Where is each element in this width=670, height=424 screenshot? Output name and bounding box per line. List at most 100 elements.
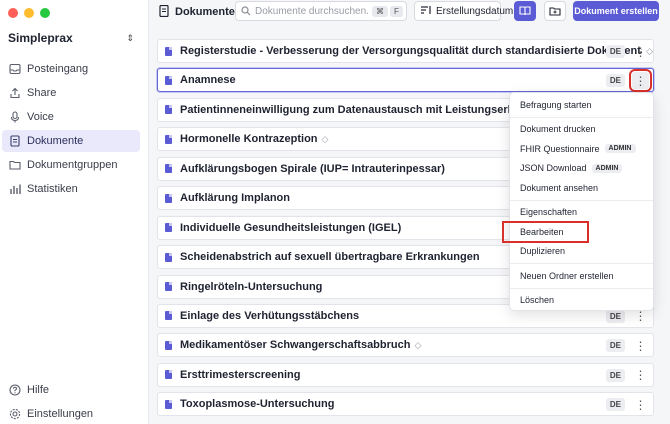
gear-icon [8,408,21,421]
document-title: Ringelröteln-Untersuchung [180,280,323,293]
main-content: Dokumente ⌘ F Erstellungsdatum Dok [149,0,670,424]
sidebar-item-label: Dokumente [27,135,84,147]
document-row[interactable]: Registerstudie - Verbesserung der Versor… [157,39,654,63]
sidebar-item-label: Voice [27,111,54,123]
language-badge: DE [605,74,625,88]
kebab-icon: ⋮ [634,397,647,412]
more-options-button[interactable]: ⋮ [632,367,649,384]
new-folder-button[interactable] [544,1,566,21]
document-title: Individuelle Gesundheitsleistungen (IGEL… [180,221,402,234]
menu-divider [510,116,653,118]
document-row[interactable]: Medikamentöser Schwangerschaftsabbruch ◇ D… [157,333,654,358]
tag-icon: ◇ [414,339,422,350]
sidebar-item-dokumentgruppen[interactable]: Dokumentgruppen [2,154,140,176]
admin-badge: ADMIN [604,144,636,154]
menu-item-label: Dokument drucken [520,124,596,135]
document-icon [165,134,172,144]
sidebar-item-label: Hilfe [27,384,50,396]
sort-icon [420,5,432,18]
document-icon [165,105,172,115]
sidebar-item-label: Posteingang [27,63,89,75]
menu-item-label: Bearbeiten [520,226,564,237]
create-document-button[interactable]: Dokument erstellen [573,1,659,21]
sidebar-item-einstellungen[interactable]: Einstellungen [2,403,140,424]
document-icon [165,164,172,174]
document-title: Aufklärungsbogen Spirale (IUP= Intrauter… [180,162,445,175]
document-row[interactable]: Ersttrimesterscreening DE ⋮ [157,362,654,387]
more-options-button[interactable]: ⋮ [632,337,649,354]
document-row[interactable]: Anamnese DE ⋮ [157,68,654,93]
sidebar-item-share[interactable]: Share [2,82,140,104]
tag-icon: ◇ [321,133,329,144]
book-view-button[interactable] [514,1,536,21]
document-icon [165,75,172,85]
document-title: Medikamentöser Schwangerschaftsabbruch [180,339,411,352]
document-title: Patientinneneinwilligung zum Datenaustau… [180,103,553,116]
close-window-button[interactable] [8,8,18,18]
shortcut-key-f: F [390,5,403,17]
menu-item-dokument-drucken[interactable]: Dokument drucken [510,120,653,140]
menu-item-duplizieren[interactable]: Duplizieren [510,242,653,262]
menu-item-fhir-questionnaire[interactable]: FHIR Questionnaire ADMIN [510,139,653,159]
menu-item-eigenschaften[interactable]: Eigenschaften [510,203,653,223]
sidebar-item-label: Dokumentgruppen [27,159,118,171]
kebab-icon: ⋮ [634,44,647,59]
sidebar-item-hilfe[interactable]: Hilfe [2,379,140,401]
menu-item-befragung-starten[interactable]: Befragung starten [510,95,653,115]
window-controls [8,8,50,18]
menu-item-löschen[interactable]: Löschen [510,291,653,311]
maximize-window-button[interactable] [40,8,50,18]
kebab-icon: ⋮ [634,309,647,324]
menu-item-label: Eigenschaften [520,207,578,218]
menu-item-bearbeiten[interactable]: Bearbeiten [502,221,589,243]
document-row[interactable]: Toxoplasmose-Untersuchung DE ⋮ [157,392,654,417]
menu-item-dokument-ansehen[interactable]: Dokument ansehen [510,178,653,198]
document-title: Registerstudie - Verbesserung der Versor… [180,45,643,57]
document-title: Einlage des Verhütungsstäbchens [180,309,360,322]
menu-item-label: Neuen Ordner erstellen [520,270,614,281]
document-title: Scheidenabstrich auf sexuell übertragbar… [180,251,480,264]
document-icon [165,193,172,203]
language-badge: DE [605,339,625,353]
menu-item-label: Befragung starten [520,99,592,110]
menu-item-label: Löschen [520,295,555,306]
sidebar-item-statistiken[interactable]: Statistiken [2,178,140,200]
document-title: Ersttrimesterscreening [180,368,301,381]
help-icon [8,384,21,397]
menu-item-json-download[interactable]: JSON Download ADMIN [510,159,653,179]
search-box[interactable]: ⌘ F [235,1,407,21]
sidebar-item-voice[interactable]: Voice [2,106,140,128]
menu-item-label: Duplizieren [520,246,566,257]
shortcut-key-cmd: ⌘ [372,5,388,17]
book-icon [519,6,531,16]
admin-badge: ADMIN [591,163,623,173]
share-icon [8,87,21,100]
more-options-button[interactable]: ⋮ [632,43,649,60]
sidebar-item-dokumente[interactable]: Dokumente [2,130,140,152]
document-title: Toxoplasmose-Untersuchung [180,398,335,411]
language-badge: DE [605,309,625,323]
sidebar-nav: Posteingang Share Voice Dokumente Dokumentgr… [2,58,140,202]
document-icon [165,311,172,321]
more-options-button[interactable]: ⋮ [632,396,649,413]
sidebar-item-label: Statistiken [27,183,78,195]
document-icon [165,340,172,350]
document-title: Aufklärung Implanon [180,192,290,205]
search-input[interactable] [255,5,370,17]
sidebar-item-label: Einstellungen [27,408,94,420]
language-badge: DE [605,398,625,412]
menu-item-label: JSON Download [520,163,587,174]
page-title-text: Dokumente [175,6,235,18]
minimize-window-button[interactable] [24,8,34,18]
document-icon [165,370,172,380]
context-menu: Befragung starten Dokument drucken FHIR Qu… [502,92,654,311]
language-badge: DE [605,368,625,382]
more-options-button[interactable]: ⋮ [629,69,652,93]
org-switcher[interactable]: Simpleprax ⇕ [8,30,134,46]
sidebar-item-posteingang[interactable]: Posteingang [2,58,140,80]
document-icon [165,282,172,291]
menu-item-neuen-ordner-erstellen[interactable]: Neuen Ordner erstellen [510,266,653,286]
menu-item-label: Dokument ansehen [520,182,599,193]
sort-button[interactable]: Erstellungsdatum [414,1,513,21]
document-icon [159,4,170,20]
